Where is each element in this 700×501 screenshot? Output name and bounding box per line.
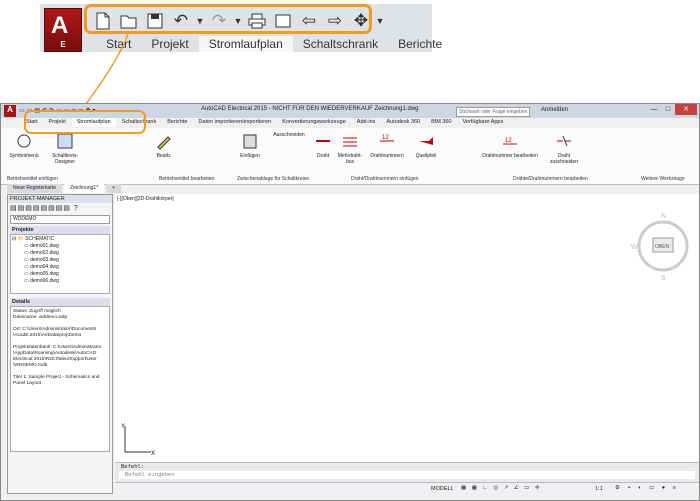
sign-in-button[interactable]: Anmelden bbox=[541, 107, 568, 113]
tree-item[interactable]: ▭ demo01.dwg bbox=[12, 243, 108, 250]
details-section-label: Details bbox=[10, 298, 110, 306]
tab-daten[interactable]: Daten importieren/exportieren bbox=[193, 118, 276, 127]
project-select[interactable]: WDDEMO bbox=[10, 215, 110, 224]
window-controls: — □ ✕ bbox=[647, 104, 697, 115]
project-manager-toolbar[interactable]: ▤▤▤▤▤▤▤▤ ? bbox=[8, 203, 112, 213]
bearb-label: Bearb. bbox=[156, 153, 172, 159]
tree-item[interactable]: ▭ demo06.dwg bbox=[12, 278, 108, 285]
einfuegen-label: Einfügen bbox=[240, 153, 260, 159]
ucs-icon: Y X bbox=[121, 424, 155, 457]
drahtnr-bearb-label: Drahtnummer bearbeiten bbox=[482, 153, 538, 159]
command-history: Befehl: bbox=[121, 464, 145, 470]
svg-text:OBEN: OBEN bbox=[655, 244, 670, 250]
svg-text:12: 12 bbox=[382, 135, 389, 141]
command-input[interactable]: Befehl eingeben bbox=[119, 471, 695, 479]
file-label: demo02.dwg bbox=[30, 250, 59, 256]
ausschneiden-button[interactable]: Ausschneiden bbox=[269, 132, 309, 138]
details-line: Panel Layout bbox=[13, 381, 42, 386]
tree-item[interactable]: ▭ demo04.dwg bbox=[12, 264, 108, 271]
schaltkreis-label: Schaltkreis-Designer bbox=[51, 153, 79, 165]
panel-zwischenablage[interactable]: Zwischenablage für Schaltkreise bbox=[237, 176, 309, 182]
app-logo-icon[interactable]: A bbox=[4, 105, 16, 117]
tab-addins[interactable]: Add-ins bbox=[352, 118, 381, 127]
svg-text:W: W bbox=[631, 244, 638, 251]
quellpfeil-button[interactable]: Quellpfeil bbox=[411, 132, 441, 159]
schaltkreis-designer-button[interactable]: Schaltkreis-Designer bbox=[45, 132, 85, 165]
draht-zuschneiden-button[interactable]: Draht zuschneiden bbox=[545, 132, 583, 165]
annotation-scale[interactable]: 1:1 bbox=[595, 486, 603, 492]
project-manager-title: PROJEKT-MANAGER bbox=[8, 195, 112, 203]
drahtnummer-bearbeiten-button[interactable]: 12 Drahtnummer bearbeiten bbox=[479, 132, 541, 159]
maximize-icon[interactable]: □ bbox=[661, 104, 675, 115]
tree-item[interactable]: ▭ demo02.dwg bbox=[12, 250, 108, 257]
file-label: demo03.dwg bbox=[30, 257, 59, 263]
status-bar: MODELL ▦ ▦ ∟ ◎ ↗ ∠ ▭ ✛ 1:1 ⚙ + ◐ ▭ ● ≡ bbox=[115, 482, 699, 495]
projects-section-label: Projekte bbox=[10, 226, 110, 234]
symbolmenu-label: Symbolmenü bbox=[9, 153, 39, 159]
file-label: demo01.dwg bbox=[30, 243, 59, 249]
minimize-icon[interactable]: — bbox=[647, 104, 661, 115]
app-window: A ▭▭▤↶↷▭▭⇦⇨✥▾ AutoCAD Electrical 2015 - … bbox=[0, 103, 700, 501]
ausschneiden-label: Ausschneiden bbox=[273, 132, 305, 138]
drahtnummern-label: Drahtnummern bbox=[370, 153, 404, 159]
model-space-button[interactable]: MODELL bbox=[431, 486, 454, 492]
tab-bim360[interactable]: BIM 360 bbox=[426, 118, 456, 127]
close-icon[interactable]: ✕ bbox=[675, 104, 697, 115]
panel-betriebsmittel-bearbeiten[interactable]: Betriebsmittel bearbeiten bbox=[159, 176, 214, 182]
file-label: demo04.dwg bbox=[30, 264, 59, 270]
viewcube[interactable]: OBEN N S W bbox=[627, 204, 697, 284]
panel-draht-bearbeiten[interactable]: Drähte/Drahtnummern bearbeiten bbox=[513, 176, 588, 182]
mehrdraht-label: Mehrdraht-bus bbox=[337, 153, 363, 165]
panel-weitere-werkzeuge[interactable]: Weitere Werkzeuge bbox=[641, 176, 685, 182]
doc-tab-new[interactable]: Neue Registerkarte bbox=[7, 184, 63, 193]
tab-konvertierung[interactable]: Konvertierungswerkzeuge bbox=[277, 118, 351, 127]
ribbon: Symbolmenü Schaltkreis-Designer Bearb. E… bbox=[1, 128, 699, 185]
status-toggles[interactable]: ▦ ▦ ∟ ◎ ↗ ∠ ▭ ✛ bbox=[461, 485, 542, 491]
drawing-canvas[interactable]: [-][Oben][2D-Drahtkörper] OBEN N S W Y X bbox=[115, 194, 699, 462]
tree-item[interactable]: ▭ demo05.dwg bbox=[12, 271, 108, 278]
einfuegen-button[interactable]: Einfügen bbox=[237, 132, 263, 159]
file-label: demo06.dwg bbox=[30, 278, 59, 284]
tree-root[interactable]: ⊟ 📁 SCHEMATIC bbox=[12, 236, 108, 243]
tab-berichte[interactable]: Berichte bbox=[162, 118, 192, 127]
svg-text:S: S bbox=[661, 275, 666, 282]
document-tabs: Neue Registerkarte Zeichnung1* + bbox=[1, 184, 700, 193]
bearb-button[interactable]: Bearb. bbox=[153, 132, 175, 159]
svg-text:12: 12 bbox=[505, 138, 512, 144]
svg-text:X: X bbox=[151, 451, 155, 457]
command-line: Befehl: Befehl eingeben bbox=[115, 462, 699, 483]
draht-button[interactable]: Draht bbox=[313, 132, 333, 159]
add-tab-icon[interactable]: + bbox=[106, 184, 122, 193]
tree-item[interactable]: ▭ demo03.dwg bbox=[12, 257, 108, 264]
search-input[interactable]: Stichwort oder Frage eingeben bbox=[456, 107, 530, 117]
draht-zuschneiden-label: Draht zuschneiden bbox=[549, 153, 579, 165]
draht-label: Draht bbox=[316, 153, 330, 159]
panel-draht-einfuegen[interactable]: Draht/Drahtnummern einfügen bbox=[351, 176, 419, 182]
quellpfeil-label: Quellpfeil bbox=[415, 153, 437, 159]
tree-root-label: SCHEMATIC bbox=[25, 236, 55, 242]
svg-text:N: N bbox=[661, 213, 666, 220]
tab-autodesk360[interactable]: Autodesk 360 bbox=[381, 118, 425, 127]
window-title: AutoCAD Electrical 2015 - NICHT FÜR DEN … bbox=[201, 106, 419, 112]
panel-betriebsmittel-einfuegen[interactable]: Betriebsmittel einfügen bbox=[7, 176, 58, 182]
project-tree: ⊟ 📁 SCHEMATIC ▭ demo01.dwg ▭ demo02.dwg … bbox=[10, 234, 110, 294]
file-label: demo05.dwg bbox=[30, 271, 59, 277]
project-manager-panel: PROJEKT-MANAGER ▤▤▤▤▤▤▤▤ ? WDDEMO Projek… bbox=[7, 194, 113, 494]
status-tools[interactable]: ⚙ + ◐ ▭ ● ≡ bbox=[615, 485, 679, 491]
viewport-controls[interactable]: [-][Oben][2D-Drahtkörper] bbox=[117, 196, 174, 202]
qat-highlight-box bbox=[24, 110, 146, 134]
details-text: Status: Zugriff möglich Dateiname: wddem… bbox=[10, 306, 110, 452]
svg-text:Y: Y bbox=[121, 424, 125, 430]
mehrdraht-button[interactable]: Mehrdraht-bus bbox=[337, 132, 363, 165]
symbolmenu-button[interactable]: Symbolmenü bbox=[9, 132, 39, 159]
doc-tab-zeichnung1[interactable]: Zeichnung1* bbox=[64, 184, 105, 193]
drahtnummern-button[interactable]: 12 Drahtnummern bbox=[367, 132, 407, 159]
tab-apps[interactable]: Verfügbare Apps bbox=[458, 118, 509, 127]
